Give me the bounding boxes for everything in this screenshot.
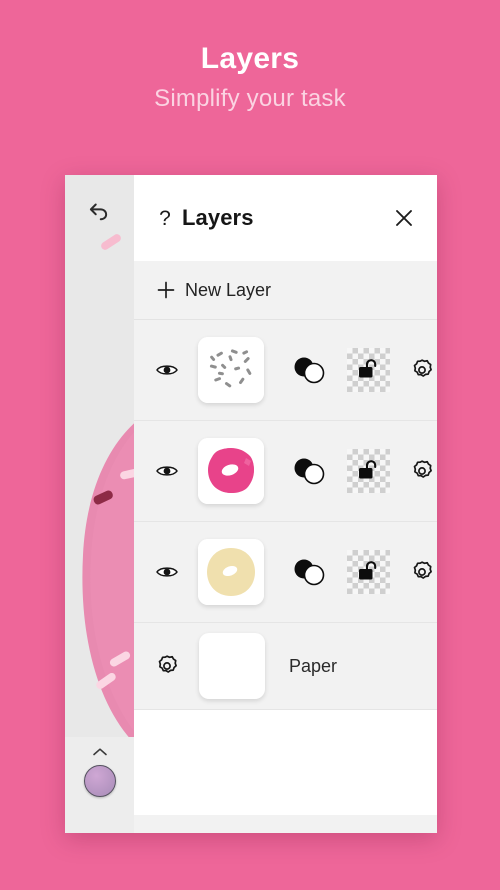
layers-panel-header: ? Layers [134,175,437,261]
question-mark-icon[interactable]: ? [156,206,174,230]
app-screenshot-frame: ? Layers New Layer Paper [65,175,437,833]
layer-row[interactable] [134,320,437,421]
layer-lock-button[interactable] [347,348,390,392]
layer-row[interactable] [134,522,437,623]
blend-circles-icon [294,559,324,586]
close-x-icon [396,210,412,226]
panel-empty-area [134,710,437,815]
promo-banner: Layers Simplify your task [0,0,500,112]
gear-icon [158,655,177,673]
new-layer-label: New Layer [185,279,272,300]
new-layer-button[interactable]: New Layer [134,261,437,320]
sprinkles-thumbnail [198,337,265,403]
canvas-artwork [65,175,134,833]
unlocked-padlock-icon [359,561,377,580]
layer-row[interactable] [134,421,437,522]
expand-toolbar-button[interactable] [90,745,110,759]
paper-thumbnail[interactable] [199,633,265,699]
unlocked-padlock-icon [359,460,377,479]
blend-circles-icon [294,357,324,384]
layer-settings-button[interactable] [408,557,437,587]
undo-arrow-icon [89,203,108,221]
pink-donut-thumbnail [198,438,265,504]
layer-blend-button[interactable] [288,454,333,488]
gear-icon [414,561,433,579]
chevron-up-icon [92,748,107,756]
promo-title: Layers [200,42,300,75]
eye-icon [155,365,178,375]
layer-visibility-toggle[interactable] [154,360,179,380]
rail-bottom-section [65,737,134,833]
paper-settings-button[interactable] [152,651,182,681]
layer-settings-button[interactable] [408,456,437,486]
layer-thumbnail[interactable] [198,337,265,403]
cream-donut-thumbnail [198,539,265,605]
layer-visibility-toggle[interactable] [154,461,179,481]
layer-list: Paper [134,320,437,815]
layer-blend-button[interactable] [288,353,333,387]
eye-icon [155,466,178,476]
tool-rail [65,175,134,833]
blend-circles-icon [294,458,324,485]
donut-artwork-svg [82,234,134,744]
promo-subtitle: Simplify your task [154,85,346,112]
panel-title: Layers [182,205,254,230]
eye-icon [155,567,178,577]
paper-row[interactable]: Paper [134,623,437,710]
gear-icon [414,460,433,478]
gear-icon [414,359,433,377]
color-swatch-button[interactable] [83,765,116,797]
layer-thumbnail[interactable] [198,438,265,504]
layer-settings-button[interactable] [408,355,437,385]
layer-blend-button[interactable] [288,555,333,589]
paper-label: Paper [289,655,338,676]
close-panel-button[interactable] [391,205,417,231]
layer-lock-button[interactable] [347,449,390,493]
layer-visibility-toggle[interactable] [154,562,179,582]
layer-lock-button[interactable] [347,550,390,594]
layer-thumbnail[interactable] [198,539,265,605]
unlocked-padlock-icon [359,359,377,378]
undo-button[interactable] [85,197,113,225]
layers-panel: ? Layers New Layer Paper [134,175,437,833]
donut-body [82,423,134,744]
plus-icon [156,280,176,300]
